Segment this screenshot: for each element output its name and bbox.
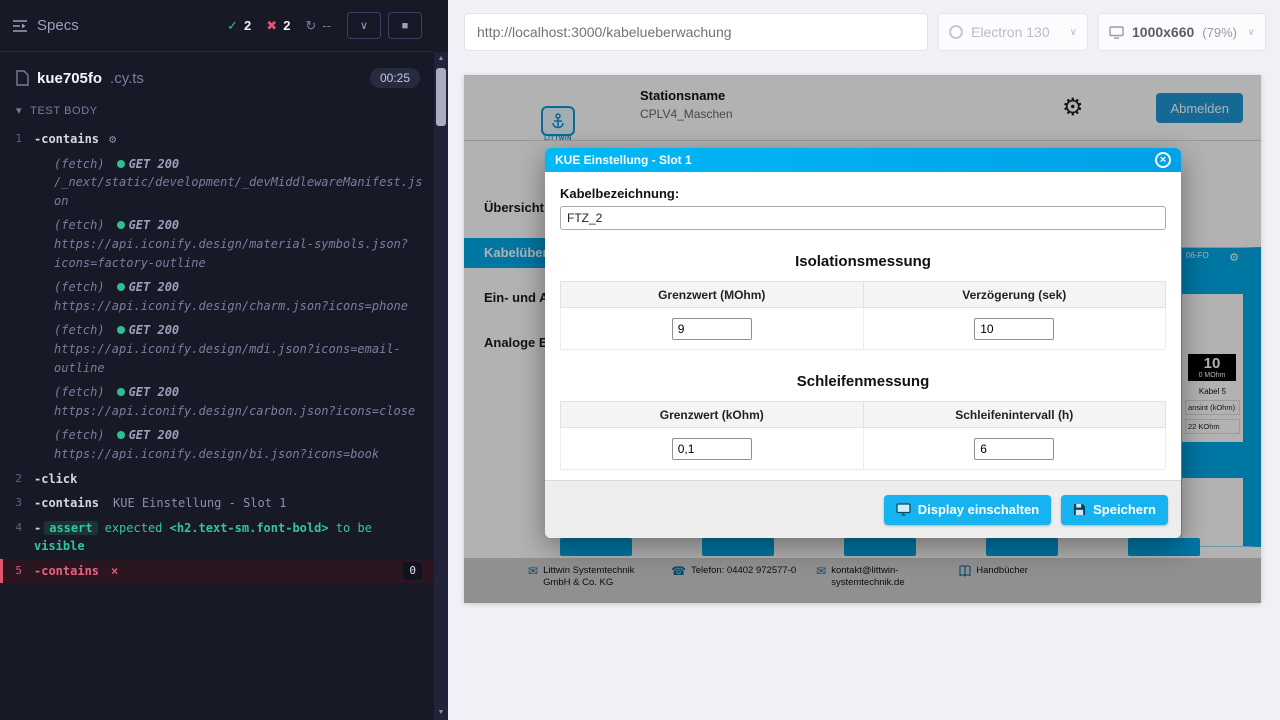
app-under-test: Stationsname CPLV4_Maschen ⚙ Abmelden LI… <box>464 75 1261 603</box>
fetch-url: /_next/static/development/_devMiddleware… <box>54 173 424 210</box>
element-count-badge: 0 <box>403 562 422 580</box>
iso-col1-header: Grenzwert (MOhm) <box>561 282 864 308</box>
fetch-url: https://api.iconify.design/carbon.json?i… <box>54 402 424 421</box>
spec-row[interactable]: kue705fo .cy.ts 00:25 <box>0 52 434 96</box>
fetch-log-row[interactable]: (fetch)GET 200 https://api.iconify.desig… <box>0 318 434 380</box>
cable-name-label: Kabelbezeichnung: <box>560 186 1166 201</box>
options-gear-icon: ⚙ <box>109 132 116 146</box>
loop-col2-header: Schleifenintervall (h) <box>863 402 1166 428</box>
url-toolbar: Electron 130 ∨ 1000x660 (79%) ∨ <box>464 13 1266 51</box>
loop-interval-input[interactable] <box>974 438 1054 460</box>
scroll-down-icon[interactable]: ▼ <box>438 706 445 720</box>
assert-selector-code: <h2.text-sm.font-bold> <box>170 521 329 535</box>
browser-selector[interactable]: Electron 130 ∨ <box>938 13 1088 51</box>
specs-menu-icon <box>12 19 28 33</box>
loop-limit-input[interactable] <box>672 438 752 460</box>
display-on-button[interactable]: Display einschalten <box>884 495 1051 525</box>
isolation-section-title: Isolationsmessung <box>560 253 1166 270</box>
close-icon[interactable]: × <box>1155 152 1171 168</box>
monitor-icon <box>1109 26 1124 39</box>
save-floppy-icon <box>1073 503 1086 516</box>
test-body-toggle[interactable]: ▾ TEST BODY <box>0 96 434 123</box>
stop-button[interactable]: ■ <box>388 12 422 39</box>
fetch-log-row[interactable]: (fetch)GET 200 https://api.iconify.desig… <box>0 275 434 318</box>
fetch-log-row[interactable]: (fetch)GET 200 /_next/static/development… <box>0 152 434 214</box>
command-assert[interactable]: 4 -assertexpected <h2.text-sm.font-bold>… <box>0 516 434 559</box>
test-stats: ✓2 ✖2 ↻-- <box>227 18 331 34</box>
command-contains-failed[interactable]: 5 -contains× 0 <box>0 559 434 584</box>
loop-section-title: Schleifenmessung <box>560 373 1166 390</box>
fetch-url: https://api.iconify.design/charm.json?ic… <box>54 297 424 316</box>
fetch-url: https://api.iconify.design/bi.json?icons… <box>54 445 424 464</box>
spec-name: kue705fo <box>37 70 102 87</box>
chevron-down-icon: ∨ <box>1070 27 1077 38</box>
command-contains-1[interactable]: 1 -contains⚙ <box>0 127 434 152</box>
scroll-up-icon[interactable]: ▲ <box>438 52 445 66</box>
chevron-down-icon: ∨ <box>360 19 368 32</box>
stat-pending: ↻-- <box>305 18 331 34</box>
cross-icon: ✖ <box>266 18 277 34</box>
status-dot-icon <box>117 221 125 229</box>
spec-file-icon <box>16 70 29 86</box>
cypress-reporter: Specs ✓2 ✖2 ↻-- ∨ ■ kue705fo .cy.ts 00:2… <box>0 0 448 720</box>
status-dot-icon <box>117 283 125 291</box>
cable-name-input[interactable] <box>560 206 1166 230</box>
caret-down-icon: ▾ <box>16 104 22 117</box>
iso-limit-input[interactable] <box>672 318 752 340</box>
modal-footer: Display einschalten Speichern <box>545 480 1181 538</box>
test-body-label: TEST BODY <box>30 105 98 117</box>
modal-title: KUE Einstellung - Slot 1 <box>555 153 692 167</box>
fetch-log-row[interactable]: (fetch)GET 200 https://api.iconify.desig… <box>0 380 434 423</box>
viewport-zoom: (79%) <box>1202 25 1237 40</box>
status-dot-icon <box>117 388 125 396</box>
scrollbar-thumb[interactable] <box>436 68 446 126</box>
command-click[interactable]: 2 -click <box>0 467 434 492</box>
kue-settings-modal: KUE Einstellung - Slot 1 × Kabelbezeichn… <box>545 148 1181 538</box>
reporter-header: Specs ✓2 ✖2 ↻-- ∨ ■ <box>0 0 434 52</box>
restart-icon: ↻ <box>305 18 316 34</box>
specs-label: Specs <box>37 17 79 34</box>
isolation-table: Grenzwert (MOhm) Verzögerung (sek) <box>560 281 1166 350</box>
stat-failed: ✖2 <box>266 18 290 34</box>
spec-duration-badge: 00:25 <box>370 68 420 88</box>
url-input[interactable] <box>464 13 928 51</box>
loop-col1-header: Grenzwert (kOhm) <box>561 402 864 428</box>
browser-stage: Electron 130 ∨ 1000x660 (79%) ∨ Stations… <box>448 0 1280 720</box>
status-dot-icon <box>117 326 125 334</box>
loop-table: Grenzwert (kOhm) Schleifenintervall (h) <box>560 401 1166 470</box>
display-icon <box>896 503 911 516</box>
iso-col2-header: Verzögerung (sek) <box>863 282 1166 308</box>
command-contains-3[interactable]: 3 -containsKUE Einstellung - Slot 1 <box>0 491 434 516</box>
stop-icon: ■ <box>402 20 409 32</box>
chevron-down-icon: ∨ <box>1248 27 1255 38</box>
collapse-button[interactable]: ∨ <box>347 12 381 39</box>
fetch-url: https://api.iconify.design/material-symb… <box>54 235 424 272</box>
electron-icon <box>949 25 963 39</box>
fetch-log-row[interactable]: (fetch)GET 200 https://api.iconify.desig… <box>0 423 434 466</box>
modal-header[interactable]: KUE Einstellung - Slot 1 × <box>545 148 1181 172</box>
specs-menu-button[interactable]: Specs <box>12 17 79 34</box>
stat-passed: ✓2 <box>227 18 251 34</box>
check-icon: ✓ <box>227 18 238 34</box>
browser-label: Electron 130 <box>971 24 1050 40</box>
spec-extension: .cy.ts <box>110 70 144 87</box>
fail-cross-icon: × <box>111 564 118 578</box>
fetch-log-row[interactable]: (fetch)GET 200 https://api.iconify.desig… <box>0 213 434 275</box>
status-dot-icon <box>117 431 125 439</box>
save-button[interactable]: Speichern <box>1061 495 1168 525</box>
viewport-selector[interactable]: 1000x660 (79%) ∨ <box>1098 13 1266 51</box>
iso-delay-input[interactable] <box>974 318 1054 340</box>
command-log: 1 -contains⚙ (fetch)GET 200 /_next/stati… <box>0 123 434 583</box>
assert-badge: assert <box>44 521 97 535</box>
reporter-scrollbar[interactable]: ▲ ▼ <box>434 52 448 720</box>
fetch-url: https://api.iconify.design/mdi.json?icon… <box>54 340 424 377</box>
viewport-size: 1000x660 <box>1132 24 1194 40</box>
status-dot-icon <box>117 160 125 168</box>
